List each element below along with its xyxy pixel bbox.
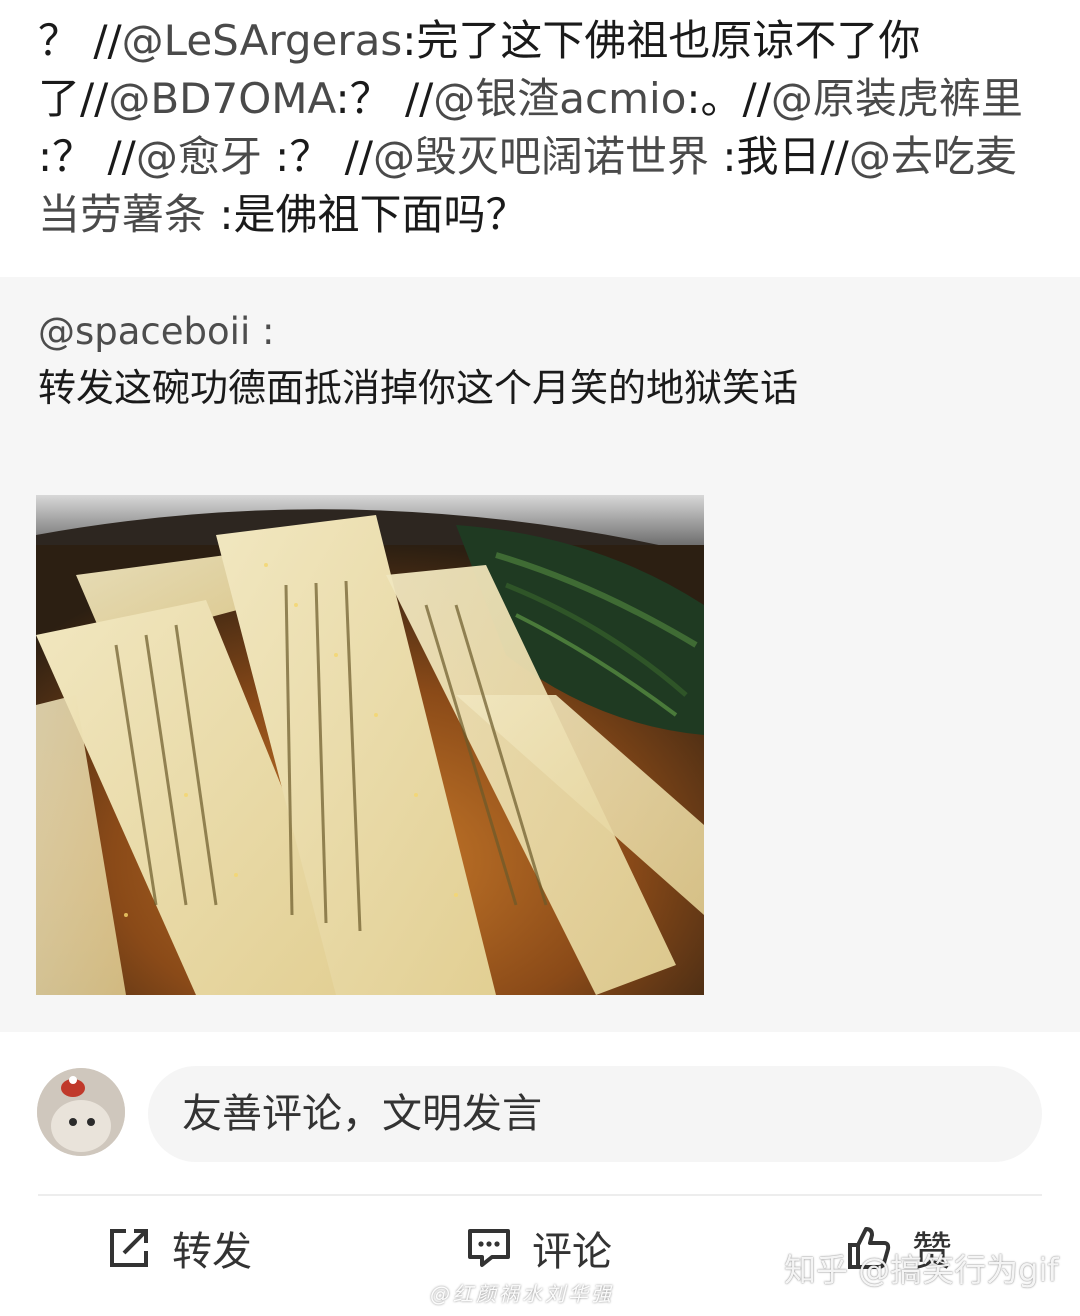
bottom-watermark: @红颜祸水刘华强 xyxy=(430,1282,614,1306)
comment-button[interactable]: 评论 xyxy=(466,1222,612,1275)
user-avatar-image xyxy=(37,1068,125,1156)
repost-button[interactable]: 转发 xyxy=(106,1222,252,1275)
quoted-post-author[interactable]: @spaceboii : xyxy=(38,308,274,356)
comment-icon xyxy=(468,1229,510,1267)
comment-label: 评论 xyxy=(532,1229,612,1275)
mention-link[interactable]: @BD7OMA xyxy=(108,74,335,123)
repost-comment-text: :。// xyxy=(686,74,771,123)
mention-link[interactable]: @LeSArgeras xyxy=(122,16,403,65)
comment-input-placeholder: 友善评论，文明发言 xyxy=(182,1091,542,1137)
repost-comment-text: ？ // xyxy=(38,16,122,65)
post-image[interactable] xyxy=(36,495,704,995)
noodle-bowl-image xyxy=(36,495,704,995)
repost-comment-text: :？ // xyxy=(335,74,434,123)
repost-comment-text: :是佛祖下面吗？ xyxy=(206,190,528,239)
avatar[interactable] xyxy=(37,1068,125,1156)
mention-link[interactable]: @银渣acmio xyxy=(433,74,686,123)
repost-comment-text: :？ // xyxy=(261,132,373,181)
mention-link[interactable]: @愈牙 xyxy=(136,132,262,181)
comment-input[interactable]: 友善评论，文明发言 xyxy=(148,1066,1042,1162)
repost-comment-text: :？ // xyxy=(38,132,136,181)
quoted-post-text: 转发这碗功德面抵消掉你这个月笑的地狱笑话 xyxy=(38,366,799,410)
repost-label: 转发 xyxy=(172,1229,252,1275)
repost-icon xyxy=(110,1229,148,1267)
zhihu-watermark: 知乎 @搞笑行为gif xyxy=(784,1251,1059,1289)
repost-comment-text: :我日// xyxy=(709,132,849,181)
mention-link[interactable]: @原装虎裤里 xyxy=(771,74,1023,123)
repost-chain: ？ //@LeSArgeras:完了这下佛祖也原谅不了你了//@BD7OMA:？… xyxy=(38,12,1058,244)
mention-link[interactable]: @毁灭吧阔诺世界 xyxy=(373,132,709,181)
